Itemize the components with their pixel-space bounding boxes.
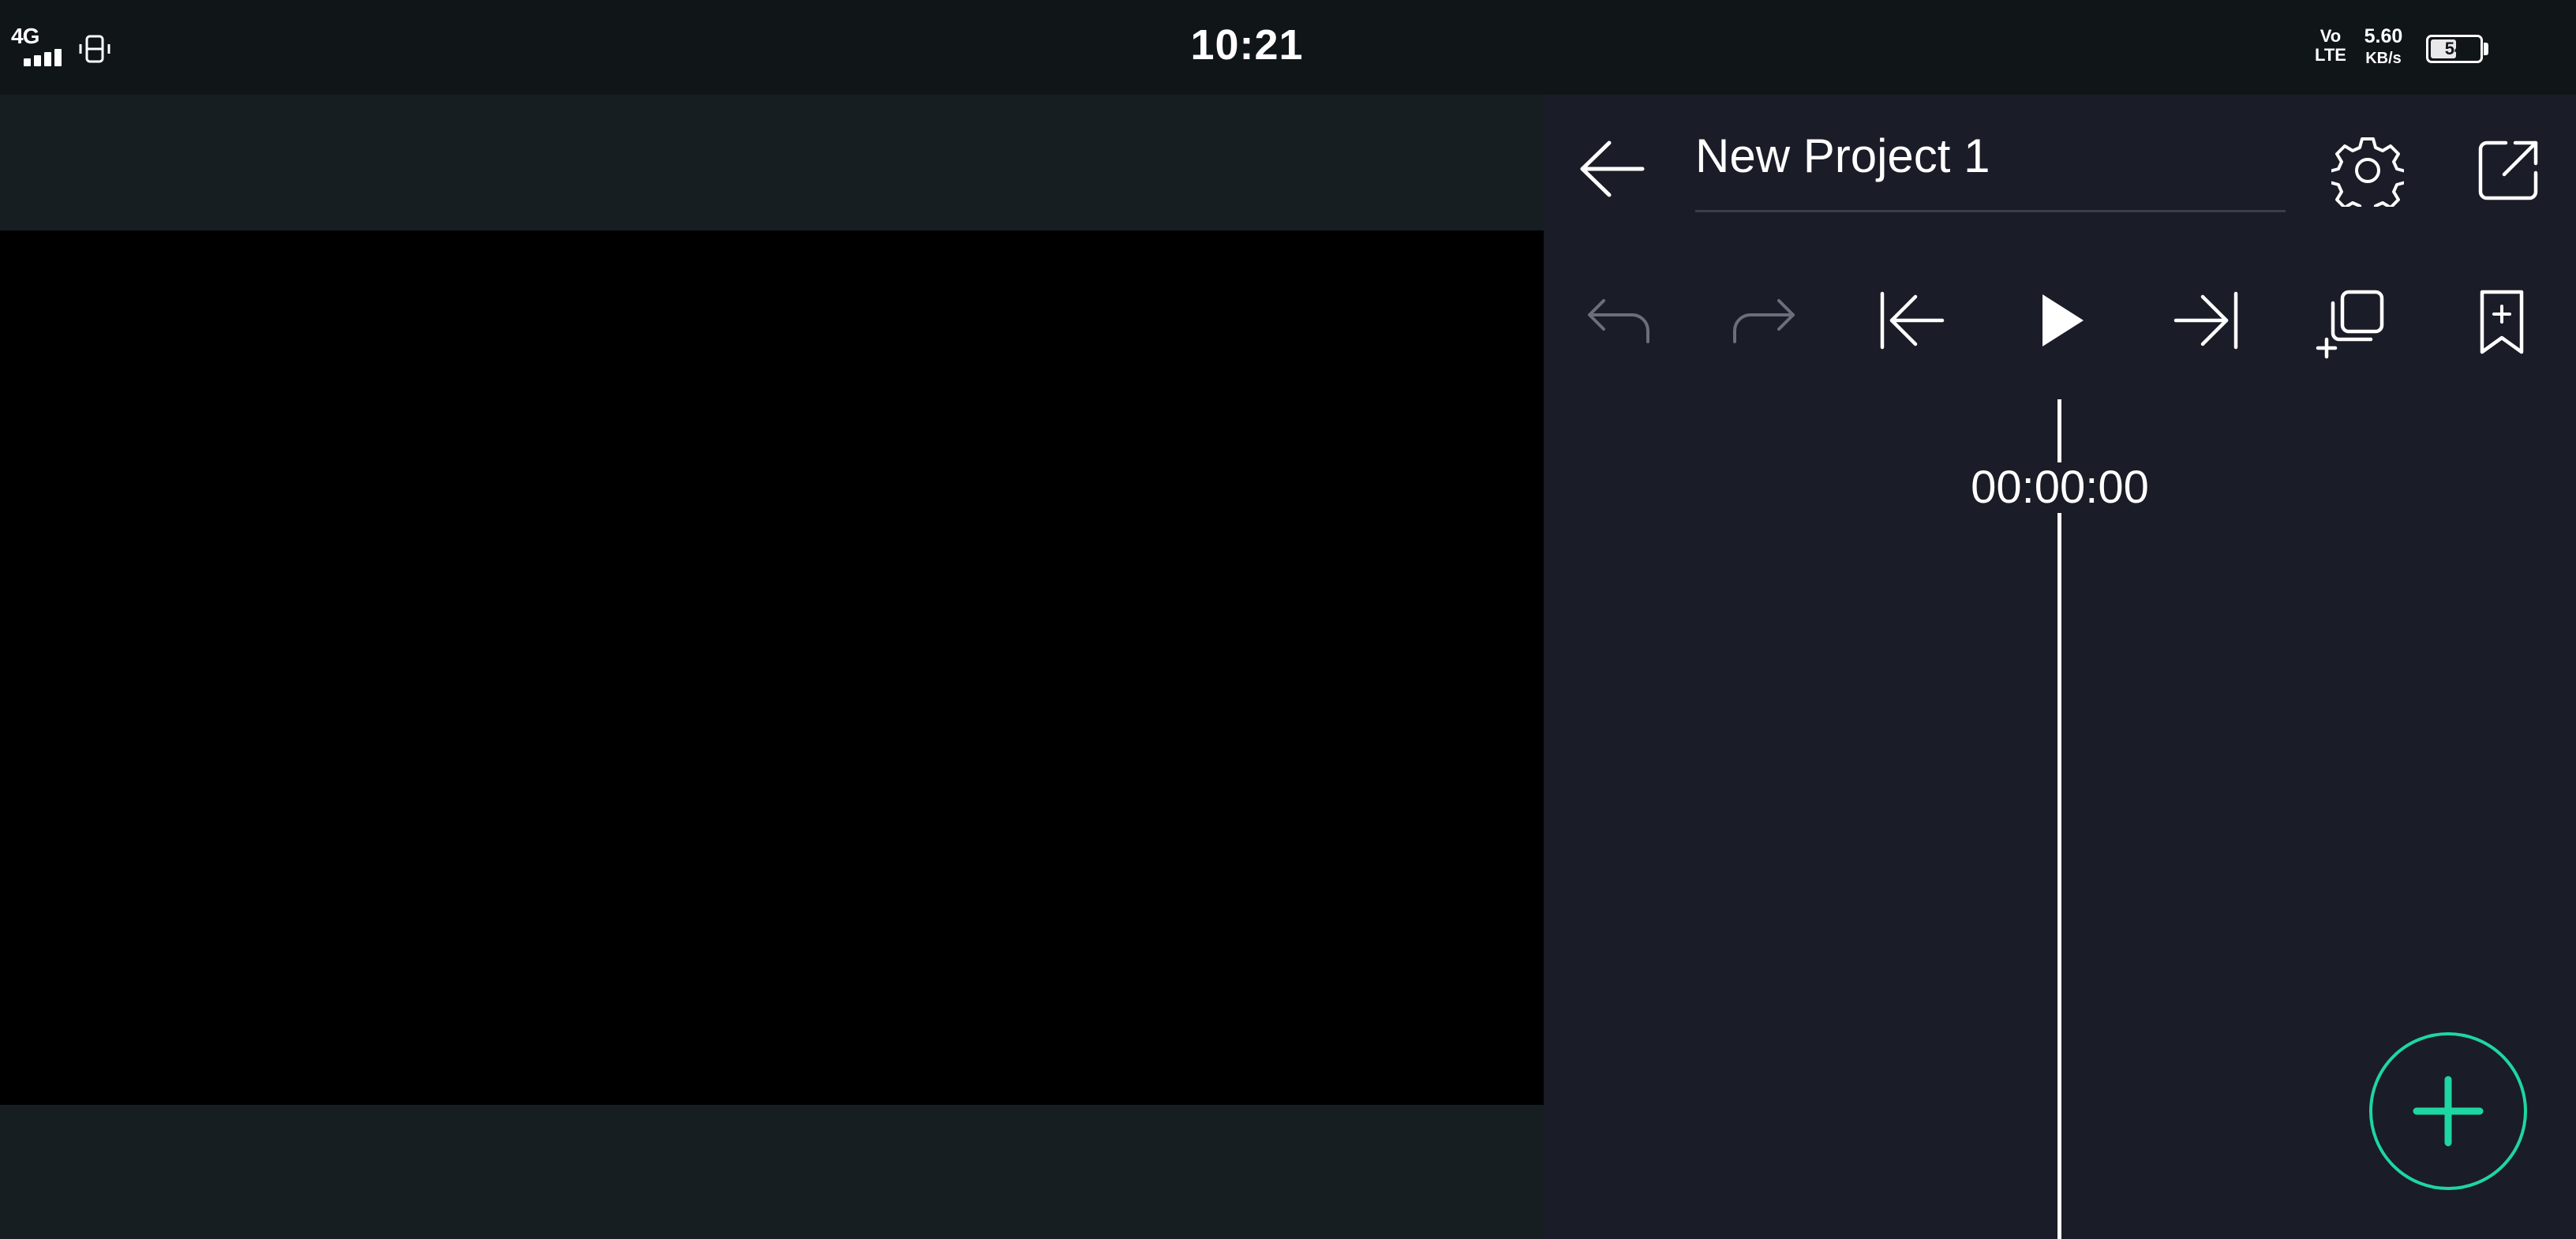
redo-button[interactable] <box>1728 289 1801 352</box>
volte-indicator: Vo LTE <box>2309 27 2352 65</box>
volte-top: Vo <box>2320 26 2342 46</box>
add-bookmark-button[interactable] <box>2466 283 2538 361</box>
play-icon <box>2042 294 2084 346</box>
duplicate-layer-icon <box>2316 290 2384 359</box>
project-name-underline <box>1695 210 2286 212</box>
export-button[interactable] <box>2470 133 2546 208</box>
skip-to-end-button[interactable] <box>2170 286 2243 355</box>
gear-icon <box>2331 137 2404 207</box>
battery-percent: 54 <box>2444 39 2465 58</box>
volte-bottom: LTE <box>2315 45 2346 65</box>
add-bookmark-icon <box>2480 290 2524 354</box>
add-media-button[interactable] <box>2369 1032 2527 1190</box>
clock: 10:21 <box>1190 21 1304 69</box>
undo-icon <box>1588 299 1649 343</box>
vibrate-icon <box>79 33 110 65</box>
plus-icon <box>2413 1076 2484 1147</box>
share-export-icon <box>2478 140 2538 200</box>
timecode-display: 00:00:00 <box>1949 462 2170 513</box>
arrow-left-icon <box>1580 140 1645 197</box>
redo-icon <box>1733 299 1795 343</box>
project-name-input[interactable]: New Project 1 <box>1695 133 2286 180</box>
skip-to-start-button[interactable] <box>1875 286 1948 355</box>
timeline-playhead[interactable] <box>2057 399 2061 1239</box>
skip-to-start-icon <box>1880 291 1945 350</box>
status-bar: 4G 10:21 Vo LTE 5.60 KB/s 54 <box>0 0 2576 95</box>
duplicate-layer-button[interactable] <box>2314 283 2393 361</box>
preview-bottom-bar <box>0 1105 1544 1239</box>
back-button[interactable] <box>1575 137 1648 200</box>
battery-tip <box>2484 43 2488 55</box>
skip-to-end-icon <box>2174 291 2238 350</box>
settings-button[interactable] <box>2330 133 2406 208</box>
network-speed: 5.60 KB/s <box>2360 25 2407 69</box>
preview-top-bar <box>0 95 1544 230</box>
network-speed-value: 5.60 <box>2364 25 2403 47</box>
video-preview[interactable] <box>0 230 1544 1105</box>
network-type: 4G <box>11 24 39 48</box>
network-speed-unit: KB/s <box>2365 50 2402 67</box>
undo-button[interactable] <box>1582 289 1654 352</box>
battery-icon: 54 <box>2426 35 2483 63</box>
play-button[interactable] <box>2025 286 2098 355</box>
